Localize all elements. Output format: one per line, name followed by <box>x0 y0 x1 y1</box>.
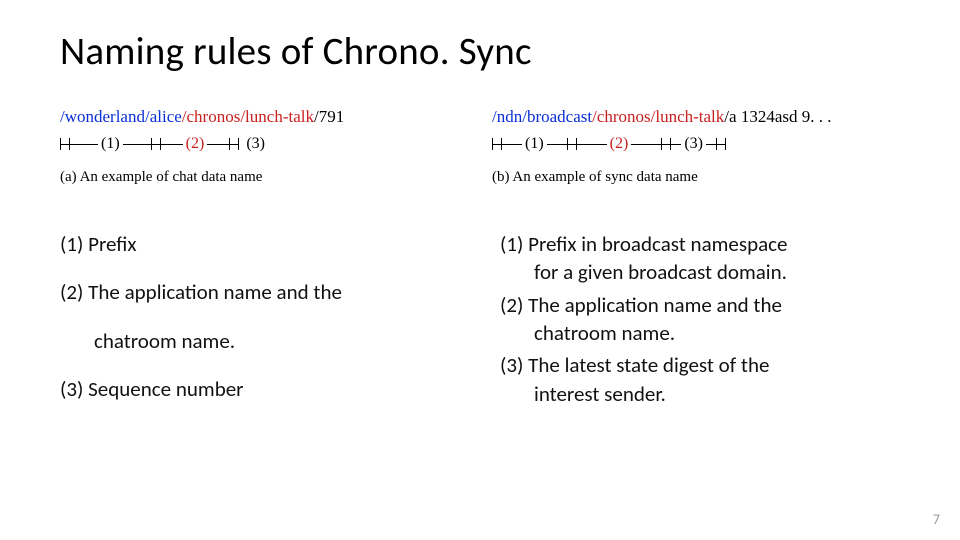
bracket-row-a: (1) (2) (3) <box>60 133 468 155</box>
label-3: (3) <box>243 135 268 153</box>
list-item: (1) Prefix <box>60 230 460 258</box>
figure-b: /ndn/broadcast/chronos/lunch-talk/a 1324… <box>492 107 900 186</box>
right-column: (1) Prefix in broadcast namespace for a … <box>500 230 900 423</box>
list-item: (2) The application name and the <box>60 278 460 306</box>
digest-segment: /a 1324asd 9. . . <box>724 107 831 126</box>
sync-data-name-string: /ndn/broadcast/chronos/lunch-talk/a 1324… <box>492 107 900 127</box>
figure-b-caption: (b) An example of sync data name <box>492 169 900 186</box>
page-number: 7 <box>933 511 940 528</box>
page-title: Naming rules of Chrono. Sync <box>60 28 900 75</box>
list-item: chatroom name. <box>500 319 900 347</box>
label-2: (2) <box>607 135 632 153</box>
list-item: interest sender. <box>500 380 900 408</box>
list-item: (3) The latest state digest of the <box>500 351 900 379</box>
app-segment: /chronos/lunch-talk <box>182 107 314 126</box>
label-1: (1) <box>98 135 123 153</box>
list-item: for a given broadcast domain. <box>500 258 900 286</box>
prefix-segment: /ndn/broadcast <box>492 107 592 126</box>
chat-data-name-string: /wonderland/alice/chronos/lunch-talk/791 <box>60 107 468 127</box>
list-item: (1) Prefix in broadcast namespace <box>500 230 900 258</box>
bracket-row-b: (1) (2) (3) <box>492 133 900 155</box>
list-item: (3) Sequence number <box>60 375 460 403</box>
list-item: (2) The application name and the <box>500 291 900 319</box>
label-2: (2) <box>183 135 208 153</box>
list-item: chatroom name. <box>60 327 460 355</box>
figure-a-caption: (a) An example of chat data name <box>60 169 468 186</box>
label-3: (3) <box>681 135 706 153</box>
figure-a: /wonderland/alice/chronos/lunch-talk/791… <box>60 107 468 186</box>
prefix-segment: /wonderland/alice <box>60 107 182 126</box>
app-segment: /chronos/lunch-talk <box>592 107 724 126</box>
seq-segment: /791 <box>314 107 344 126</box>
left-column: (1) Prefix (2) The application name and … <box>60 230 460 423</box>
label-1: (1) <box>522 135 547 153</box>
